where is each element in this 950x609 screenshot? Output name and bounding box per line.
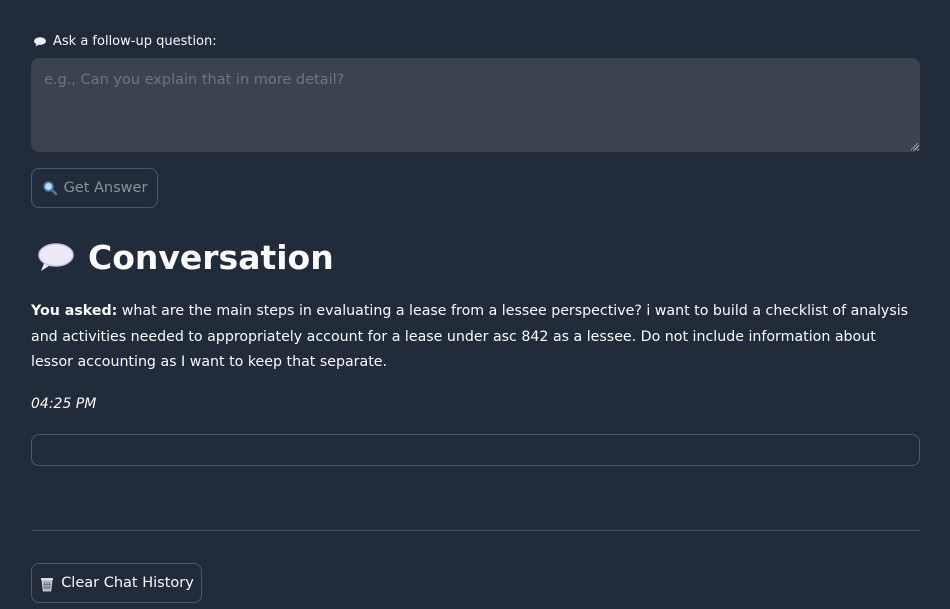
get-answer-label: Get Answer <box>63 180 148 196</box>
clear-chat-history-button[interactable]: Clear Chat History <box>31 563 202 603</box>
answer-container <box>31 434 920 466</box>
conversation-heading: Conversation <box>37 238 334 277</box>
user-question-message: You asked: what are the main steps in ev… <box>31 299 916 376</box>
conversation-heading-text: Conversation <box>88 238 334 277</box>
get-answer-button[interactable]: Get Answer <box>31 168 158 208</box>
divider <box>31 530 920 531</box>
speech-bubble-icon <box>34 37 46 47</box>
wastebasket-icon <box>41 577 54 591</box>
followup-label: Ask a follow-up question: <box>33 34 217 50</box>
magnifier-icon <box>42 181 57 196</box>
followup-label-text: Ask a follow-up question: <box>53 34 217 49</box>
resize-handle-icon[interactable] <box>909 141 919 151</box>
question-text: what are the main steps in evaluating a … <box>31 303 909 370</box>
clear-chat-history-label: Clear Chat History <box>61 575 194 591</box>
page: Ask a follow-up question: Get Answer Con… <box>0 0 950 609</box>
followup-question-input[interactable] <box>31 58 920 152</box>
message-timestamp: 04:25 PM <box>31 396 97 412</box>
asked-prefix: You asked: <box>31 303 118 319</box>
speech-bubble-icon <box>38 242 74 271</box>
